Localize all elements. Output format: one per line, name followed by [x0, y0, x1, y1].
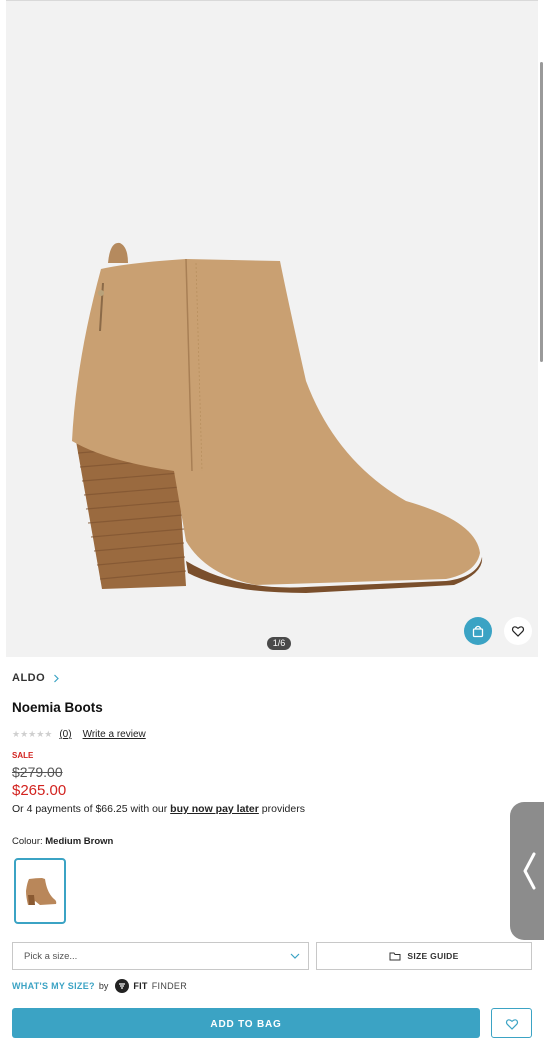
size-guide-button[interactable]: SIZE GUIDE	[316, 942, 532, 970]
add-to-bag-button[interactable]: ADD TO BAG	[12, 1008, 480, 1038]
colour-value: Medium Brown	[45, 836, 114, 847]
reviews-row: ★★★★★ (0) Write a review	[12, 729, 146, 740]
payments-suffix: providers	[261, 803, 305, 815]
chevron-right-icon	[54, 674, 60, 682]
boot-thumbnail-icon	[26, 878, 57, 905]
bnpl-link[interactable]: buy now pay later	[170, 803, 259, 815]
fit-finder-by: by	[98, 981, 109, 991]
favorite-button[interactable]	[504, 617, 532, 645]
ruler-icon	[389, 952, 401, 961]
chevron-left-icon	[523, 852, 536, 890]
sale-price: $265.00	[12, 782, 67, 799]
fit-finder-brand-bold: FIT	[133, 981, 148, 991]
heart-icon	[511, 626, 525, 637]
size-select[interactable]: Pick a size...	[12, 942, 309, 970]
whats-my-size-link[interactable]: WHAT'S MY SIZE?	[12, 981, 95, 991]
chevron-down-icon	[290, 953, 300, 959]
size-guide-label: SIZE GUIDE	[407, 951, 459, 961]
page-scrollbar[interactable]	[540, 62, 543, 362]
sale-badge: SALE	[12, 751, 34, 760]
colour-label-text: Colour:	[12, 836, 43, 847]
fit-finder-logo-icon	[115, 979, 130, 993]
product-image	[72, 242, 483, 593]
rating-stars-icon: ★★★★★	[12, 729, 53, 739]
wishlist-button[interactable]	[491, 1008, 532, 1038]
brand-name: ALDO	[12, 672, 46, 684]
shopping-bag-icon	[472, 625, 484, 638]
shop-bag-button[interactable]	[464, 617, 492, 645]
brand-link[interactable]: ALDO	[12, 672, 60, 684]
size-select-placeholder: Pick a size...	[24, 950, 78, 962]
colour-label: Colour: Medium Brown	[12, 836, 113, 847]
colour-swatch-medium-brown[interactable]	[14, 858, 66, 924]
fit-finder-row: WHAT'S MY SIZE? by FIT FINDER	[12, 979, 187, 993]
fit-finder-brand-light: FINDER	[151, 981, 188, 991]
side-drawer-handle[interactable]	[510, 802, 544, 940]
product-image-gallery[interactable]: 1/6	[6, 0, 538, 657]
write-review-link[interactable]: Write a review	[83, 729, 146, 740]
image-counter: 1/6	[267, 637, 291, 650]
payments-text: Or 4 payments of $66.25 with our	[12, 803, 168, 815]
review-count-link[interactable]: (0)	[59, 729, 71, 740]
add-to-bag-label: ADD TO BAG	[210, 1019, 282, 1030]
original-price: $279.00	[12, 764, 63, 780]
product-title: Noemia Boots	[12, 700, 103, 715]
payment-info: Or 4 payments of $66.25 with our buy now…	[12, 803, 305, 815]
